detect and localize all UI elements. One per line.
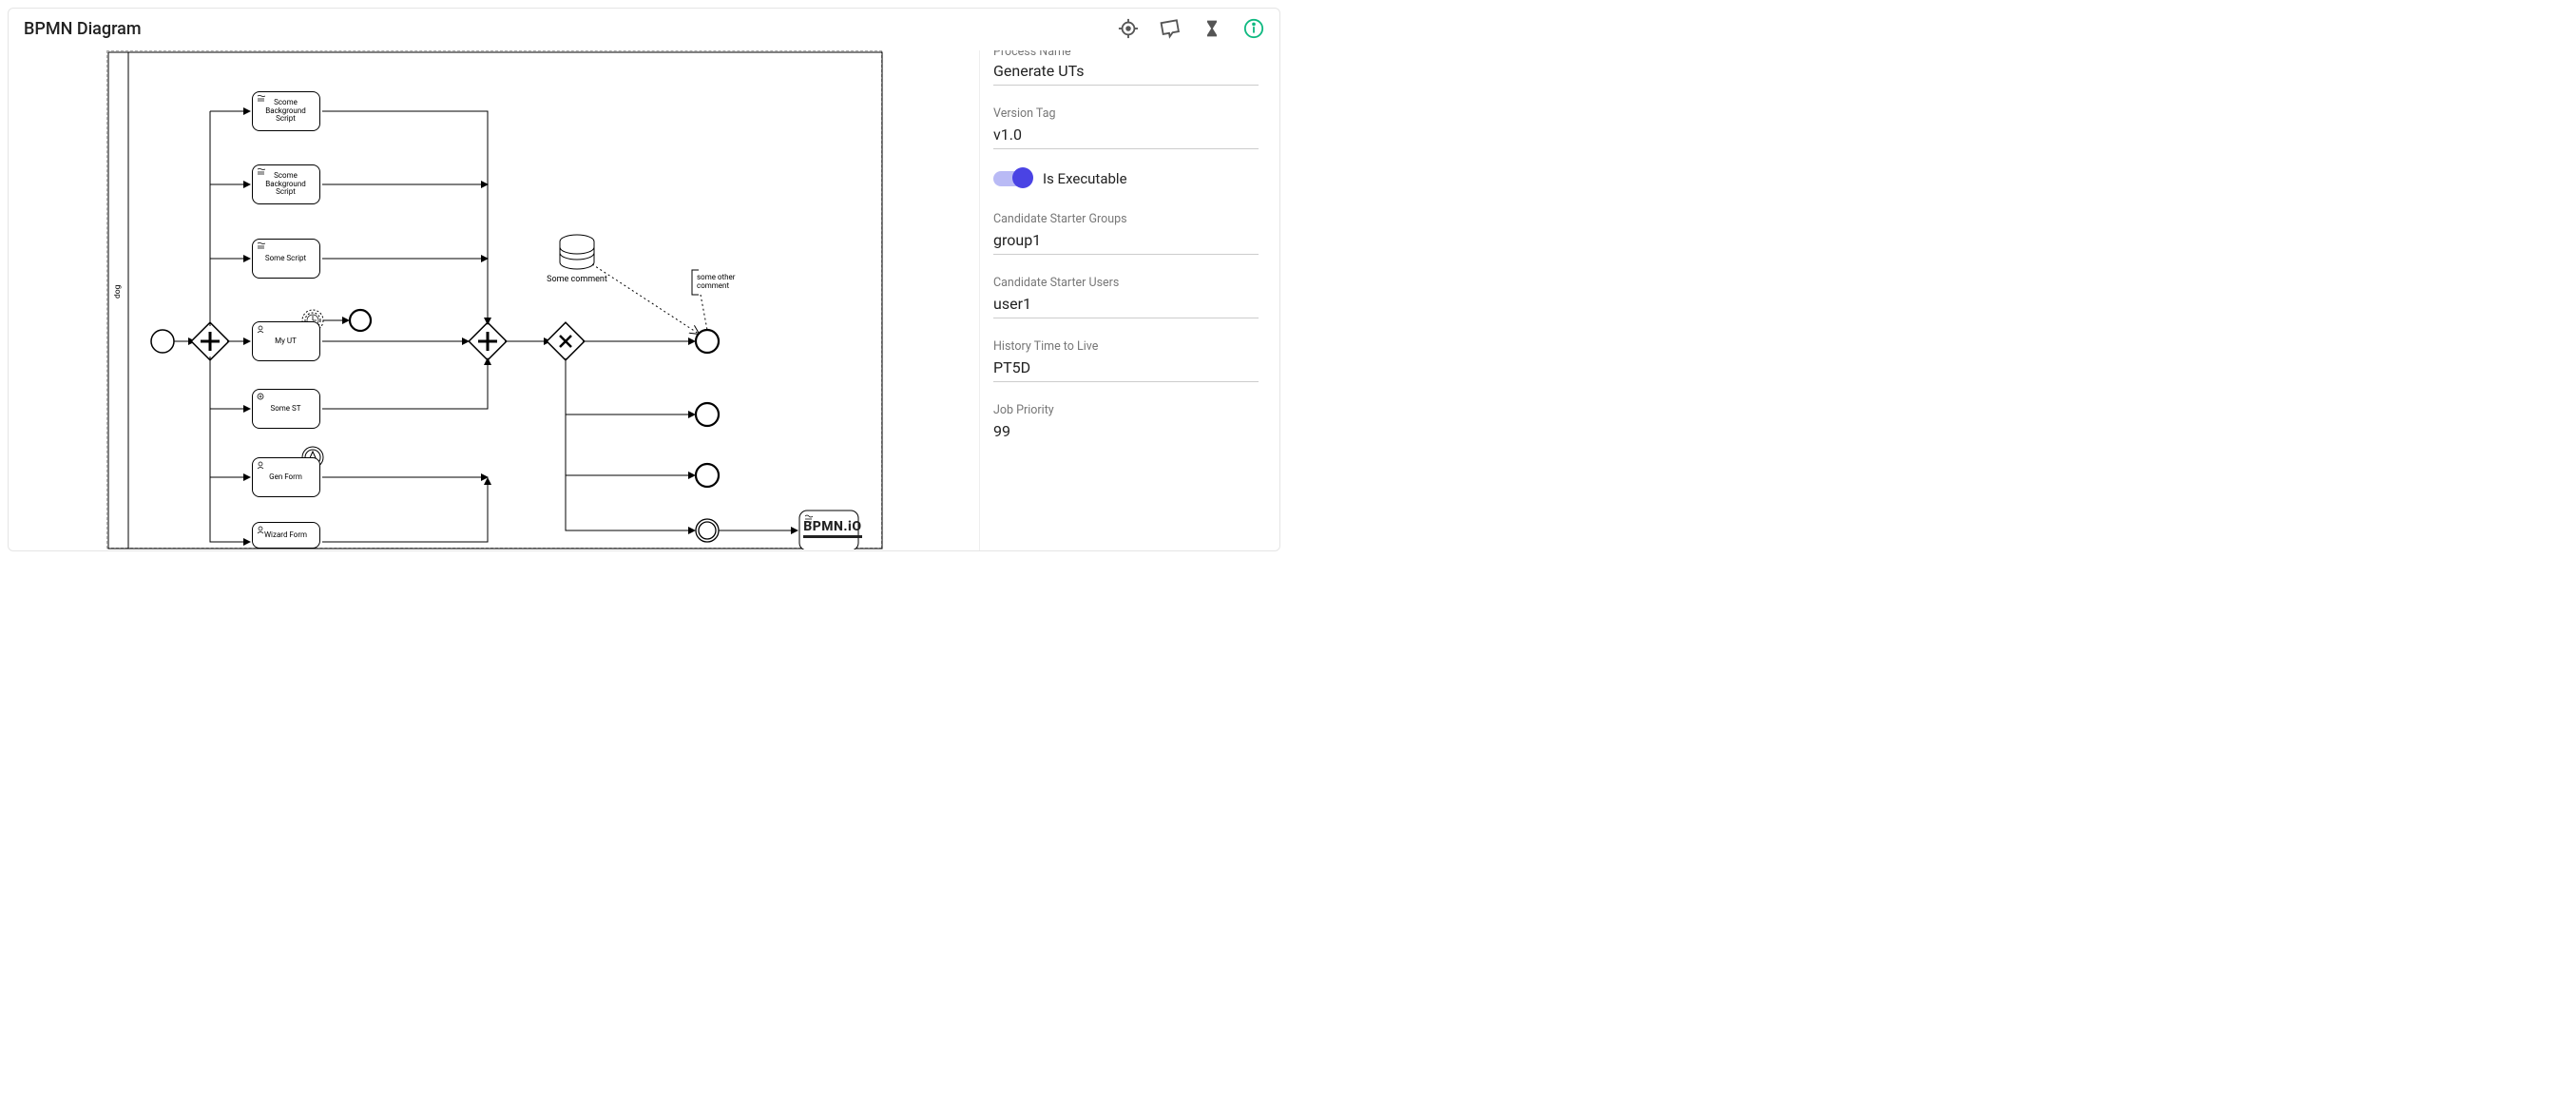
card-toolbar (1118, 18, 1264, 39)
card-header: BPMN Diagram (9, 9, 1279, 48)
text-annotation[interactable]: some other comment (692, 270, 737, 295)
task-some-st[interactable]: Some ST (252, 389, 320, 429)
properties-panel: Process Name Generate UTs Version Tag v1… (979, 50, 1279, 550)
diagram-canvas[interactable]: Some comment some other comment (106, 50, 882, 549)
lane-label: dog (113, 285, 123, 299)
field-label: Candidate Starter Groups (993, 212, 1259, 226)
bpmn-io-logo: BPMN.iO (803, 519, 861, 538)
data-store[interactable] (560, 235, 594, 269)
target-icon[interactable] (1118, 18, 1139, 39)
end-event-timer[interactable] (350, 310, 371, 331)
task-wizard-form[interactable]: Wizard Form (252, 522, 320, 549)
field-label: Job Priority (993, 403, 1259, 417)
task-some-script[interactable]: Some Script (252, 239, 320, 279)
task-label: Some ST (253, 390, 319, 428)
is-executable-toggle[interactable] (993, 171, 1031, 186)
field-label: History Time to Live (993, 339, 1259, 354)
start-event[interactable] (151, 330, 174, 353)
data-store-label: Some comment (547, 275, 607, 284)
field-label: Process Name (993, 50, 1259, 59)
hourglass-icon[interactable] (1201, 18, 1222, 39)
task-bg-script-1[interactable]: Scome Background Script (252, 91, 320, 131)
is-executable-label: Is Executable (1043, 170, 1127, 187)
task-my-ut[interactable]: My UT (252, 321, 320, 361)
field-label: Candidate Starter Users (993, 276, 1259, 290)
parallel-gateway-split[interactable] (191, 322, 229, 360)
process-name-input[interactable]: Generate UTs (993, 59, 1259, 86)
task-bg-script-2[interactable]: Scome Background Script (252, 164, 320, 204)
task-label: Gen Form (253, 458, 319, 496)
card-title: BPMN Diagram (24, 19, 142, 39)
diagram-canvas-wrap: Some comment some other comment (9, 50, 979, 550)
candidate-users-input[interactable]: user1 (993, 292, 1259, 318)
job-priority-input[interactable]: 99 (993, 419, 1259, 445)
candidate-groups-input[interactable]: group1 (993, 228, 1259, 255)
task-label: Scome Background Script (253, 92, 319, 130)
end-event-1[interactable] (696, 330, 719, 353)
svg-text:some other com: some other comment (697, 273, 737, 290)
end-event-2[interactable] (696, 403, 719, 426)
task-label: Some Script (253, 240, 319, 278)
task-gen-form[interactable]: Gen Form (252, 457, 320, 497)
version-tag-input[interactable]: v1.0 (993, 123, 1259, 149)
history-ttl-input[interactable]: PT5D (993, 356, 1259, 382)
send-icon[interactable] (1160, 18, 1181, 39)
exclusive-gateway[interactable] (547, 322, 585, 360)
intermediate-event[interactable] (696, 519, 719, 542)
end-event-3[interactable] (696, 464, 719, 487)
task-label: Scome Background Script (253, 165, 319, 203)
info-icon[interactable] (1243, 18, 1264, 39)
diagram-card: BPMN Diagram (8, 8, 1280, 551)
bpmn-svg: Some comment some other comment (107, 51, 883, 549)
parallel-gateway-join[interactable] (469, 322, 507, 360)
field-label: Version Tag (993, 106, 1259, 121)
task-label: Wizard Form (253, 523, 319, 548)
task-label: My UT (253, 322, 319, 360)
